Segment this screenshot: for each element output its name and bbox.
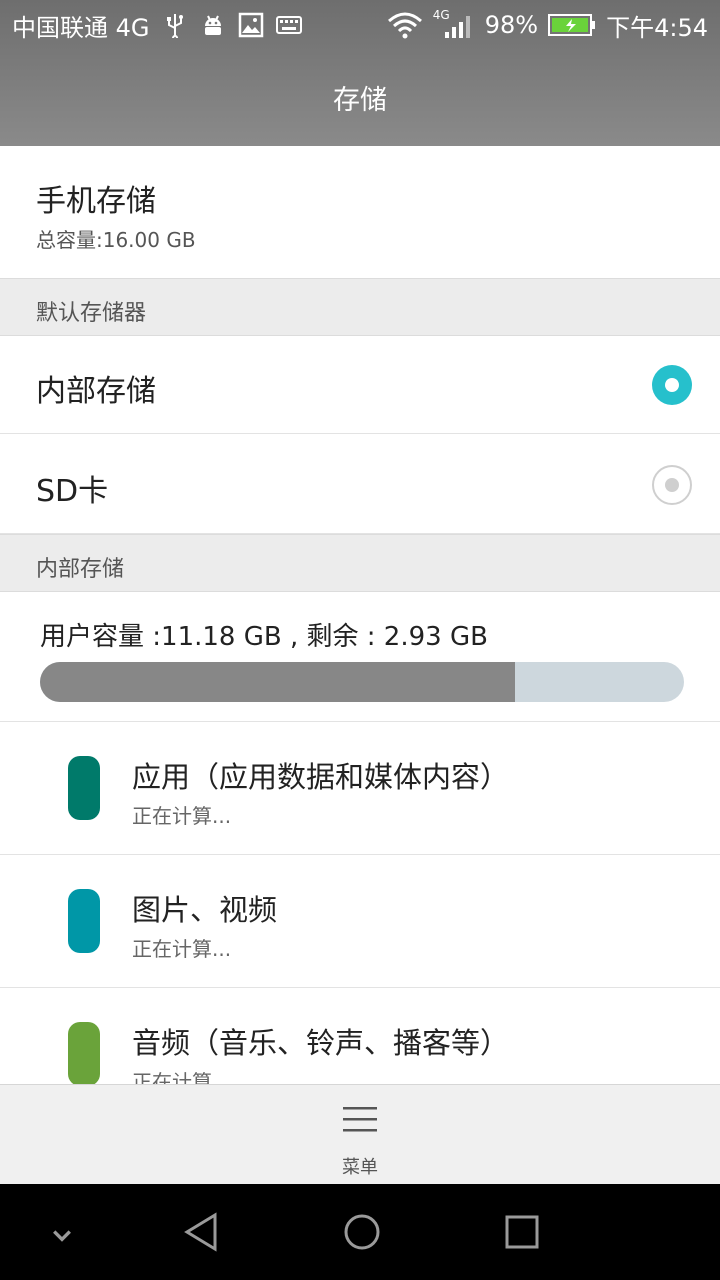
system-nav-bar	[0, 1184, 720, 1280]
category-status: 正在计算...	[132, 937, 232, 961]
bottom-menu-bar: 菜单	[0, 1084, 720, 1184]
section-header-internal-storage: 内部存储	[0, 534, 720, 592]
storage-option-label: SD卡	[36, 474, 109, 509]
storage-usage-bar-fill	[40, 662, 516, 702]
radio-unselected-icon[interactable]	[652, 465, 692, 505]
battery-icon	[548, 12, 596, 38]
category-title: 图片、视频	[132, 893, 278, 927]
category-color-swatch	[68, 756, 100, 820]
category-status: 正在计算...	[132, 804, 232, 828]
category-color-swatch	[68, 889, 100, 953]
image-icon	[238, 12, 264, 38]
category-color-swatch	[68, 1022, 100, 1084]
status-right: 4G 98% 下午4:54	[387, 8, 708, 42]
capacity-summary: 用户容量 :11.18 GB , 剩余 : 2.93 GB	[0, 592, 720, 722]
network-badge: 4G	[433, 8, 475, 42]
status-bar: 中国联通 4G 4G 98% 下午4:54	[0, 0, 720, 50]
hide-nav-chevron-icon[interactable]	[42, 1216, 82, 1256]
wifi-icon	[387, 12, 423, 39]
back-icon[interactable]	[182, 1212, 222, 1252]
storage-option-internal[interactable]: 内部存储	[0, 336, 720, 434]
category-status: 正在计算...	[132, 1070, 232, 1084]
category-title: 音频（音乐、铃声、播客等）	[132, 1026, 510, 1060]
capacity-text: 用户容量 :11.18 GB , 剩余 : 2.93 GB	[40, 622, 488, 652]
list-item-apps[interactable]: 应用（应用数据和媒体内容） 正在计算...	[0, 722, 720, 855]
radio-selected-icon[interactable]	[652, 365, 692, 405]
storage-option-label: 内部存储	[36, 374, 156, 409]
app-header: 中国联通 4G 4G 98% 下午4:54 存储	[0, 0, 720, 146]
home-icon[interactable]	[342, 1212, 382, 1252]
category-title: 应用（应用数据和媒体内容）	[132, 760, 510, 794]
phone-storage-title: 手机存储	[36, 184, 156, 219]
storage-usage-bar	[40, 662, 684, 702]
section-label: 默认存储器	[36, 301, 147, 326]
clock: 下午4:54	[606, 13, 708, 42]
storage-option-sd-card[interactable]: SD卡	[0, 436, 720, 534]
menu-icon	[343, 1107, 377, 1132]
section-header-default-storage: 默认存储器	[0, 278, 720, 336]
phone-storage-total: 总容量:16.00 GB	[36, 228, 196, 252]
storage-content[interactable]: 手机存储 总容量:16.00 GB 默认存储器 内部存储 SD卡 内部存储 用户…	[0, 146, 720, 1084]
list-item-pictures-videos[interactable]: 图片、视频 正在计算...	[0, 855, 720, 988]
menu-button[interactable]: 菜单	[300, 1085, 420, 1185]
phone-storage-summary: 手机存储 总容量:16.00 GB	[0, 146, 720, 278]
menu-label: 菜单	[342, 1157, 378, 1178]
page-title: 存储	[333, 85, 387, 116]
recents-icon[interactable]	[502, 1212, 542, 1252]
list-item-audio[interactable]: 音频（音乐、铃声、播客等） 正在计算...	[0, 988, 720, 1084]
android-debug-icon	[200, 12, 226, 38]
signal-icon	[444, 16, 470, 38]
keyboard-icon	[275, 12, 302, 38]
section-label: 内部存储	[36, 557, 125, 582]
carrier-label: 中国联通 4G	[12, 13, 150, 42]
usb-icon	[162, 12, 188, 38]
battery-percent: 98%	[484, 11, 539, 39]
status-left: 中国联通 4G	[12, 8, 302, 42]
